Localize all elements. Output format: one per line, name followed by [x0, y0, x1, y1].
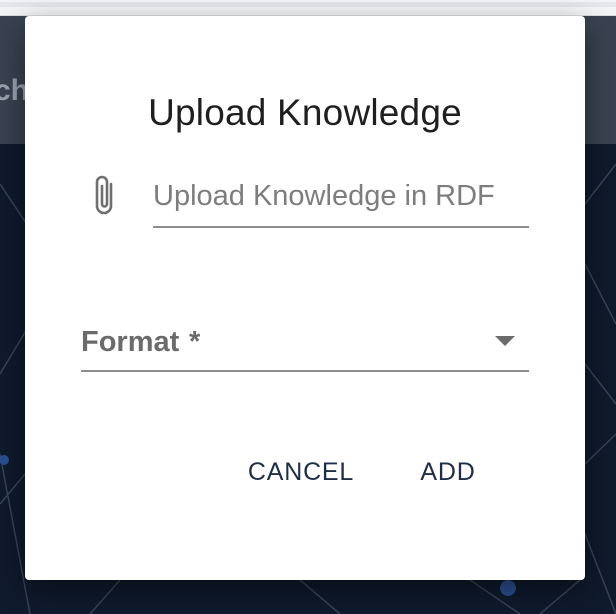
required-marker: *	[189, 326, 201, 358]
upload-placeholder: Upload Knowledge in RDF	[153, 180, 495, 212]
format-label: Format	[81, 326, 180, 358]
horizontal-scrollbar[interactable]	[0, 2, 616, 7]
cancel-button[interactable]: CANCEL	[239, 452, 363, 492]
dropdown-arrow-icon[interactable]	[495, 336, 515, 346]
add-button[interactable]: ADD	[413, 452, 483, 492]
browser-top-strip	[0, 0, 616, 16]
graph-node	[500, 580, 516, 596]
upload-knowledge-input[interactable]: Upload Knowledge in RDF	[153, 172, 529, 228]
dialog-title: Upload Knowledge	[148, 92, 462, 133]
graph-node	[0, 455, 9, 465]
paperclip-icon[interactable]	[89, 172, 119, 218]
format-select[interactable]: Format *	[81, 316, 529, 372]
upload-knowledge-dialog: Upload Knowledge Upload Knowledge in RDF…	[25, 16, 585, 580]
